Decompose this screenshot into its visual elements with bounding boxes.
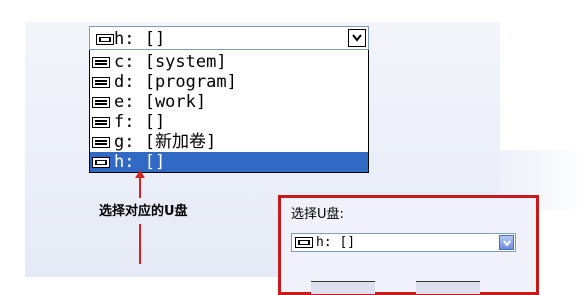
list-item-d[interactable]: d: [program] [90, 72, 368, 92]
arrow-up-icon [135, 170, 145, 198]
dialog-button[interactable] [416, 281, 480, 294]
annotation-text: 选择对应的U盘 [99, 204, 188, 219]
chevron-down-icon [352, 34, 362, 42]
usb-select-value: h: [] [316, 235, 356, 250]
list-item-e[interactable]: e: [work] [90, 92, 368, 112]
drive-icon [92, 136, 110, 148]
drive-icon [92, 56, 110, 68]
removable-drive-icon [96, 33, 114, 45]
drive-icon [92, 116, 110, 128]
list-item-h[interactable]: h: [] [90, 152, 368, 172]
usb-dropdown-button[interactable] [499, 235, 514, 250]
list-item-g[interactable]: g: [新加卷] [90, 132, 368, 152]
list-item-c[interactable]: c: [system] [90, 52, 368, 72]
dropdown-button[interactable] [348, 29, 366, 47]
removable-drive-icon [92, 156, 110, 168]
annotation-line [139, 224, 141, 264]
removable-drive-icon [295, 237, 313, 248]
drive-select-value: h: [] [114, 29, 166, 49]
drive-select[interactable]: h: [] [89, 26, 369, 50]
drive-icon [92, 96, 110, 108]
usb-select-label: 选择U盘: [291, 207, 344, 222]
list-item-f[interactable]: f: [] [90, 112, 368, 132]
dialog-button[interactable] [311, 281, 375, 294]
chevron-down-icon [502, 239, 511, 246]
drive-icon [92, 76, 110, 88]
usb-select-panel: 选择U盘: h: [] [278, 195, 539, 295]
usb-select[interactable]: h: [] [291, 233, 516, 252]
drive-list[interactable]: c: [system] d: [program] e: [work] f: []… [89, 50, 369, 173]
